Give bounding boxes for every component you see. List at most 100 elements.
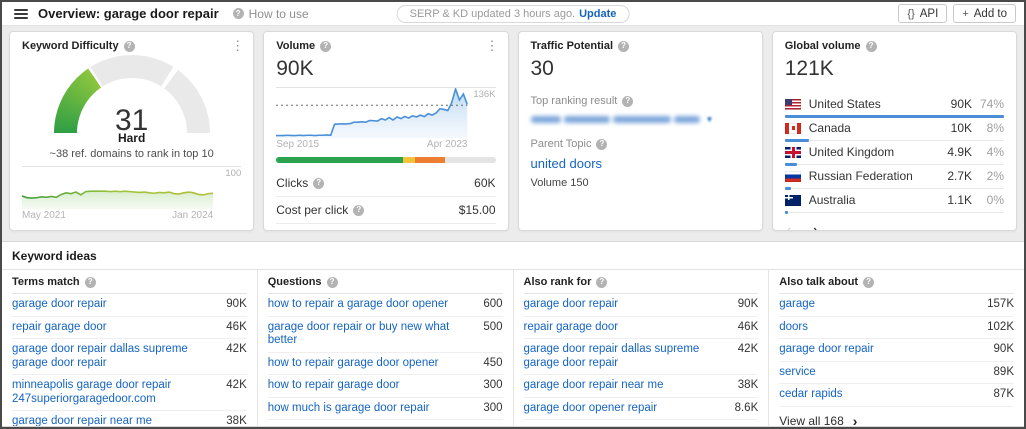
app-window: Overview: garage door repair ? How to us…	[0, 0, 1026, 429]
keyword-link[interactable]: how much is garage door repair	[268, 402, 438, 416]
keyword-row: how to repair garage door opener 450	[267, 353, 503, 375]
keyword-row: cedar rapids 87K	[779, 384, 1014, 407]
canada-flag-icon	[784, 122, 801, 134]
australia-flag-icon	[784, 194, 801, 206]
keyword-row: garage door repair dallas supreme garage…	[523, 339, 759, 375]
keyword-link[interactable]: garage door repair	[12, 298, 115, 312]
kebab-menu-icon[interactable]: ⋮	[231, 39, 244, 52]
traffic-potential-card: Traffic Potential ? 30 Top ranking resul…	[517, 31, 763, 231]
keyword-row: garage door repair 90K	[523, 294, 759, 317]
russia-flag-icon	[784, 170, 801, 182]
chevron-right-icon: ›	[852, 412, 858, 427]
hamburger-menu-icon[interactable]	[14, 8, 28, 19]
how-to-use-link[interactable]: ? How to use	[232, 7, 309, 21]
help-icon[interactable]: ?	[865, 40, 877, 52]
keyword-row: garage door opener repair 8.6K	[523, 398, 759, 420]
volume-history-chart: 136K	[276, 87, 496, 138]
previous-page-icon[interactable]: ‹	[787, 222, 791, 230]
traffic-potential-value: 30	[530, 57, 554, 80]
update-link[interactable]: Update	[579, 8, 616, 20]
keyword-link[interactable]: cedar rapids	[779, 388, 850, 402]
help-icon[interactable]: ?	[313, 177, 325, 189]
keyword-row: garage door repair 90K	[12, 294, 247, 317]
help-icon[interactable]: ?	[863, 276, 875, 288]
keyword-link[interactable]: garage	[779, 298, 823, 312]
help-icon[interactable]: ?	[84, 276, 96, 288]
top-ranking-result-link-blurred[interactable]: ▼	[530, 115, 750, 124]
kd-gauge: 31 Hard	[53, 55, 210, 145]
help-icon[interactable]: ?	[353, 204, 365, 216]
country-volume-list: United States 90K 74% Canada 10K 8% Unit…	[784, 93, 1004, 214]
keyword-link[interactable]: garage door repair near me	[524, 379, 672, 393]
chevron-down-icon: ▼	[705, 115, 714, 124]
keyword-row: garage door repair dallas supreme garage…	[12, 339, 247, 375]
country-row-canada: Canada 10K 8%	[784, 117, 1004, 142]
keyword-link[interactable]: garage door repair	[779, 343, 882, 357]
keyword-link[interactable]: garage door repair or buy new what bette…	[268, 321, 484, 348]
keyword-link[interactable]: garage door repair near me	[12, 415, 160, 426]
keyword-link[interactable]: garage door repair dallas supreme garage…	[524, 343, 738, 370]
questions-header: Questions?	[267, 270, 503, 294]
also-rank-for-view-all-link[interactable]: View all 2,462›	[524, 420, 759, 426]
kd-x-end: Jan 2024	[172, 210, 214, 221]
parent-topic-link[interactable]: united doors	[531, 156, 603, 171]
keyword-link[interactable]: how to repair garage door	[268, 379, 408, 393]
also-rank-for-column: Also rank for? garage door repair 90K re…	[512, 270, 769, 426]
keyword-difficulty-card: Keyword Difficulty ? ⋮ 31 Hard ~38 ref. …	[9, 31, 255, 231]
keyword-link[interactable]: doors	[779, 321, 816, 335]
help-icon[interactable]: ?	[320, 40, 332, 52]
keyword-link[interactable]: minneapolis garage door repair 247superi…	[12, 379, 226, 406]
help-icon[interactable]: ?	[326, 276, 338, 288]
keyword-row: garage 157K	[779, 294, 1014, 317]
api-button[interactable]: {} API	[898, 4, 948, 23]
keyword-row: minneapolis garage door repair 247superi…	[12, 375, 247, 411]
keyword-link[interactable]: garage door opener repair	[524, 402, 666, 416]
next-page-icon[interactable]: ›	[813, 222, 817, 230]
kd-history-sparkline	[22, 167, 214, 209]
top-bar: Overview: garage door repair ? How to us…	[2, 2, 1024, 26]
cost-per-click-row: Cost per click? $15.00	[276, 196, 496, 223]
braces-icon: {}	[907, 7, 915, 20]
global-volume-value: 121K	[784, 57, 834, 80]
help-icon[interactable]: ?	[596, 138, 608, 150]
clicks-breakdown-bar	[276, 157, 496, 163]
keyword-link[interactable]: service	[779, 366, 823, 380]
keyword-link[interactable]: garage door repair dallas supreme garage…	[12, 343, 226, 370]
keyword-link[interactable]: garage door repair	[524, 298, 627, 312]
keyword-row: service 89K	[779, 362, 1014, 384]
also-talk-about-view-all-link[interactable]: View all 168 ›	[779, 407, 1014, 427]
terms-match-header: Terms match?	[12, 270, 247, 294]
questions-view-all-link[interactable]: View all 855›	[268, 420, 503, 426]
cps-value: 0.67	[472, 230, 495, 231]
keyword-row: garage door repair near me 38K	[523, 375, 759, 398]
help-icon[interactable]: ?	[622, 95, 634, 107]
country-row-australia: Australia 1.1K 0%	[784, 189, 1004, 214]
keyword-link[interactable]: how to repair garage door opener	[268, 357, 447, 371]
kd-score: 31	[114, 104, 149, 133]
kd-x-axis: May 2021 Jan 2024 0	[22, 210, 241, 221]
serp-kd-status-pill: SERP & KD updated 3 hours ago. Update	[396, 5, 630, 23]
help-icon[interactable]: ?	[123, 40, 135, 52]
keyword-ideas-panel: Keyword ideas Terms match? garage door r…	[2, 241, 1024, 427]
keyword-row: garage door repair near me 38K	[12, 411, 247, 426]
top-ranking-result-label: Top ranking result ?	[531, 95, 750, 107]
keyword-row: repair garage door 46K	[523, 317, 759, 339]
country-row-united-states: United States 90K 74%	[784, 93, 1004, 118]
keyword-link[interactable]: repair garage door	[524, 321, 627, 335]
keyword-row: garage door repair or buy new what bette…	[267, 317, 503, 353]
help-icon[interactable]: ?	[596, 276, 608, 288]
metric-cards-row: Keyword Difficulty ? ⋮ 31 Hard ~38 ref. …	[2, 26, 1024, 231]
add-to-button[interactable]: + Add to	[953, 4, 1016, 23]
keyword-link[interactable]: repair garage door	[12, 321, 115, 335]
us-flag-icon	[784, 98, 801, 110]
also-talk-about-header: Also talk about?	[779, 270, 1014, 294]
kd-history-chart: 100	[22, 166, 242, 209]
volume-value: 90K	[276, 57, 314, 80]
clicks-bar-mixed-segment	[403, 157, 416, 163]
kebab-menu-icon[interactable]: ⋮	[486, 39, 499, 52]
parent-topic-volume: Volume 150	[530, 177, 589, 189]
global-volume-card: Global volume ? 121K United States 90K 7…	[771, 31, 1017, 231]
help-icon[interactable]: ?	[618, 40, 630, 52]
keyword-row: how to repair a garage door opener 600	[267, 294, 503, 317]
keyword-link[interactable]: how to repair a garage door opener	[268, 298, 456, 312]
